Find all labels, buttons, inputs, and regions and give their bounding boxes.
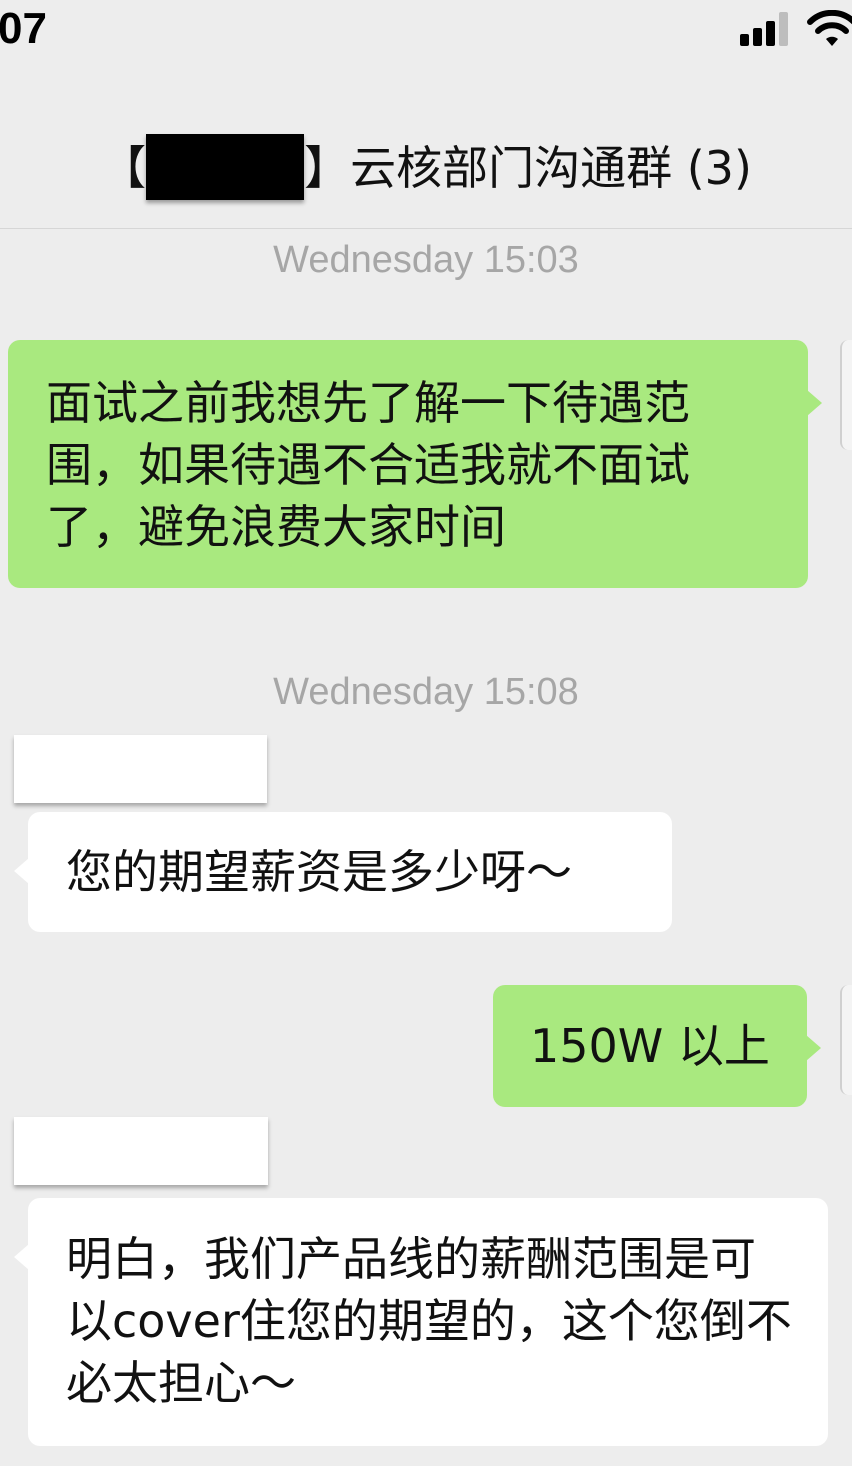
redacted-title-block [146,134,305,200]
chat-title-open-bracket: 【 [100,141,147,195]
timestamp: Wednesday 15:03 [273,239,579,281]
avatar[interactable] [840,340,852,450]
chat-header: 【 】云核部门沟通群 (3) [0,110,852,229]
chat-title-text: 】云核部门沟通群 (3) [304,141,752,195]
status-time: 07 [0,4,47,53]
message-bubble-outgoing[interactable]: 面试之前我想先了解一下待遇范围，如果待遇不合适我就不面试了，避免浪费大家时间 [8,340,822,588]
signal-icon [740,12,792,46]
message-bubble-incoming[interactable]: 明白，我们产品线的薪酬范围是可以cover住您的期望的，这个您倒不必太担心～ [14,1198,828,1446]
chat-title: 【 】云核部门沟通群 (3) [0,134,852,200]
status-bar: 07 [0,0,852,70]
message-bubble-incoming[interactable]: 您的期望薪资是多少呀～ [14,812,672,932]
redacted-sender-name [14,1117,268,1185]
redacted-sender-name [14,735,267,803]
wifi-icon [807,10,852,46]
avatar[interactable] [840,985,852,1095]
message-bubble-outgoing[interactable]: 150W 以上 [493,985,821,1107]
timestamp: Wednesday 15:08 [273,671,579,713]
